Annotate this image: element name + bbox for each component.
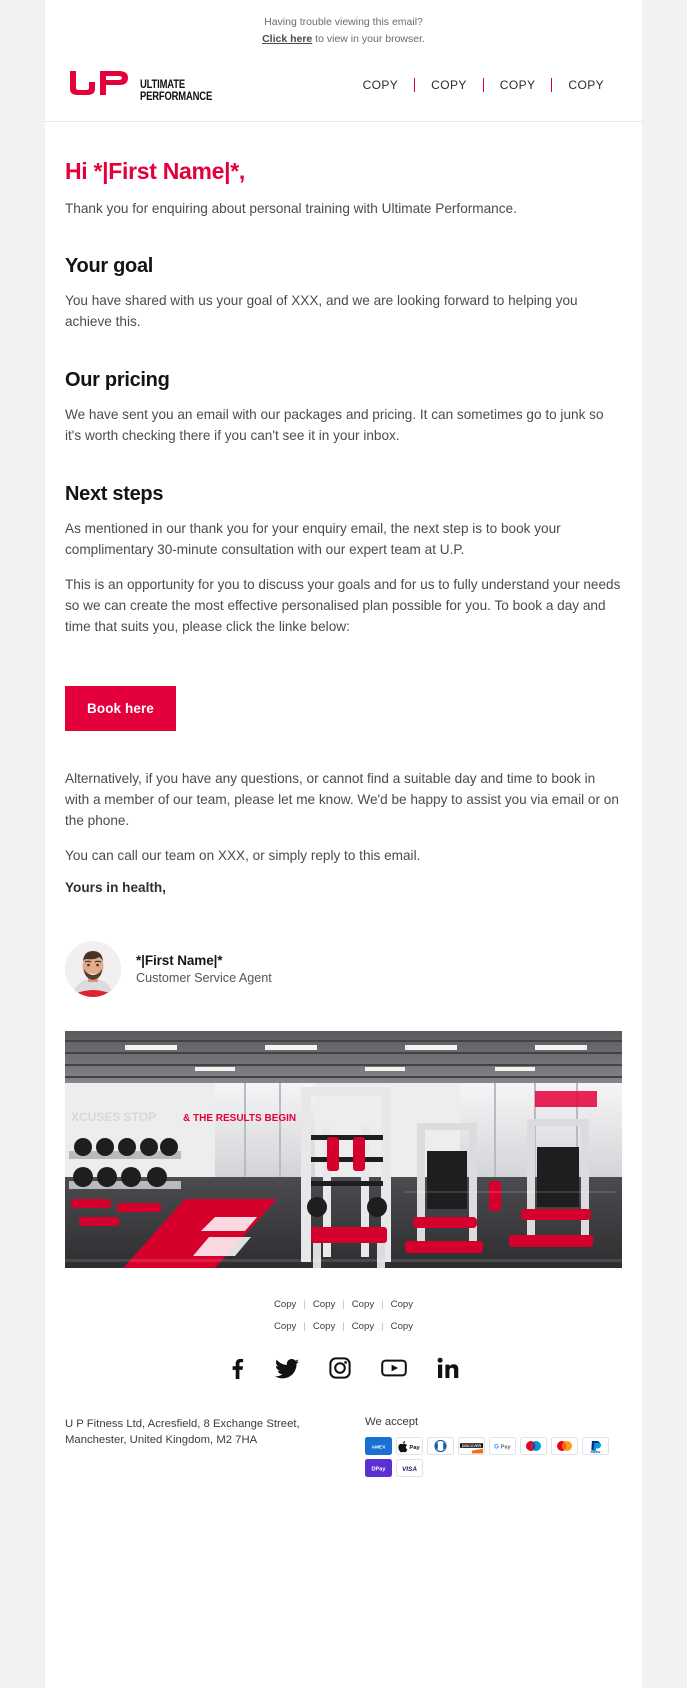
preheader-line-2-rest: to view in your browser. (312, 33, 425, 46)
youtube-icon[interactable] (381, 1358, 407, 1383)
footer-link-row-2: Copy | Copy | Copy | Copy (65, 1316, 622, 1337)
email-preview-page: Having trouble viewing this email? Click… (0, 0, 687, 1688)
svg-text:AMEX: AMEX (372, 1444, 387, 1450)
twitter-icon[interactable] (275, 1357, 299, 1384)
we-accept-label: We accept (365, 1415, 419, 1428)
svg-text:DISCOVER: DISCOVER (462, 1444, 482, 1448)
paypal-icon: PayPal (582, 1436, 609, 1455)
email-footer: Copy | Copy | Copy | Copy Copy | Copy | Copy | Copy (45, 1268, 642, 1503)
preheader: Having trouble viewing this email? Click… (45, 0, 642, 60)
footer-bottom: U P Fitness Ltd, Acresfield, 8 Exchange … (65, 1406, 622, 1503)
email-body: Hi *|First Name|*, Thank you for enquiri… (45, 122, 642, 998)
section-paragraph-your-goal: You have shared with us your goal of XXX… (65, 293, 578, 330)
instagram-icon[interactable] (329, 1357, 351, 1384)
footer-link-r2-2[interactable]: Copy (306, 1321, 342, 1332)
apple-pay-icon: Pay (396, 1436, 423, 1455)
dpay-icon: DPay (365, 1458, 392, 1477)
section-heading-your-goal: Your goal (65, 255, 154, 278)
gym-interior-photo: XCUSES STOP & THE RESULTS BEGIN (65, 1031, 622, 1269)
svg-text:XCUSES STOP: XCUSES STOP (71, 1110, 156, 1124)
agent-avatar-photo-icon (65, 941, 121, 998)
footer-link-r1-4[interactable]: Copy (384, 1299, 420, 1310)
diners-club-icon (427, 1436, 454, 1455)
visa-icon: VISA (396, 1458, 423, 1477)
mastercard-icon (551, 1436, 578, 1455)
brand-logo-wordmark: ULTIMATE PERFORMANCE (140, 79, 228, 103)
greeting-heading: Hi *|First Name|*, (65, 157, 246, 184)
footer-link-row-1: Copy | Copy | Copy | Copy (65, 1294, 622, 1315)
brand-logo[interactable]: ULTIMATE PERFORMANCE (67, 68, 228, 103)
footer-link-r2-3[interactable]: Copy (345, 1321, 381, 1332)
svg-text:VISA: VISA (402, 1466, 417, 1473)
closing-paragraph-1: Alternatively, if you have any questions… (65, 770, 619, 828)
svg-text:G: G (494, 1443, 499, 1450)
intro-paragraph: Thank you for enquiring about personal t… (65, 200, 517, 216)
company-address: U P Fitness Ltd, Acresfield, 8 Exchange … (65, 1417, 300, 1446)
payment-icons-row: AMEX Pay DISCOVER G Pay PayPal DPay VISA (365, 1436, 622, 1477)
nav-item-3[interactable]: COPY (484, 78, 552, 92)
agent-signature: *|First Name|* Customer Service Agent (65, 941, 622, 998)
svg-text:Pay: Pay (409, 1445, 420, 1451)
section-heading-our-pricing: Our pricing (65, 369, 170, 392)
view-in-browser-link[interactable]: Click here (262, 33, 312, 45)
discover-icon: DISCOVER (458, 1436, 485, 1455)
section-paragraph-next-steps-1: As mentioned in our thank you for your e… (65, 521, 561, 558)
preheader-line-2: Click here to view in your browser. (65, 31, 622, 47)
agent-name: *|First Name|* (136, 953, 223, 969)
maestro-icon (520, 1436, 547, 1455)
google-pay-icon: G Pay (489, 1436, 516, 1455)
section-paragraph-next-steps-2: This is an opportunity for you to discus… (65, 576, 621, 634)
preheader-line-1: Having trouble viewing this email? (264, 16, 423, 28)
closing-paragraph-2: You can call our team on XXX, or simply … (65, 847, 421, 863)
nav-item-2[interactable]: COPY (415, 78, 483, 92)
logo-line-1: ULTIMATE (140, 79, 185, 92)
footer-link-r1-1[interactable]: Copy (267, 1299, 303, 1310)
svg-text:PayPal: PayPal (591, 1450, 601, 1454)
social-links (65, 1357, 622, 1384)
email-header: ULTIMATE PERFORMANCE COPY COPY COPY COPY (45, 60, 642, 122)
footer-link-r2-1[interactable]: Copy (267, 1321, 303, 1332)
footer-link-r1-2[interactable]: Copy (306, 1299, 342, 1310)
section-paragraph-our-pricing: We have sent you an email with our packa… (65, 407, 604, 444)
header-nav: COPY COPY COPY COPY (347, 78, 620, 93)
footer-link-r1-3[interactable]: Copy (345, 1299, 381, 1310)
footer-link-r2-4[interactable]: Copy (384, 1321, 420, 1332)
footer-links: Copy | Copy | Copy | Copy Copy | Copy | Copy | Copy (65, 1294, 622, 1336)
nav-item-4[interactable]: COPY (552, 78, 620, 92)
linkedin-icon[interactable] (437, 1357, 459, 1384)
svg-text:Pay: Pay (501, 1444, 512, 1450)
up-logo-mark-icon (67, 68, 133, 103)
amex-icon: AMEX (365, 1436, 392, 1455)
svg-text:& THE RESULTS BEGIN: & THE RESULTS BEGIN (183, 1113, 296, 1124)
email-container: Having trouble viewing this email? Click… (45, 0, 642, 1688)
signoff-text: Yours in health, (65, 880, 166, 896)
agent-details: *|First Name|* Customer Service Agent (136, 953, 272, 985)
book-here-button[interactable]: Book here (65, 685, 176, 731)
logo-line-2: PERFORMANCE (140, 90, 213, 103)
svg-text:DPay: DPay (372, 1466, 387, 1472)
agent-role: Customer Service Agent (136, 971, 272, 986)
facebook-icon[interactable] (228, 1357, 245, 1384)
nav-item-1[interactable]: COPY (347, 78, 415, 92)
payment-methods: We accept AMEX Pay DISCOVER G Pay PayPal… (365, 1416, 622, 1477)
section-heading-next-steps: Next steps (65, 483, 164, 506)
